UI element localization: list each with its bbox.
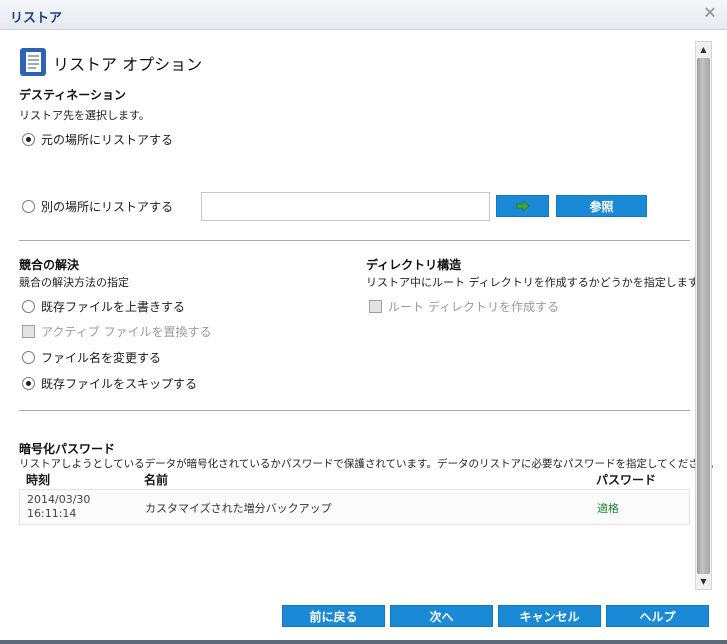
go-button[interactable]: [496, 195, 549, 217]
column-password: パスワード: [596, 473, 657, 487]
replace-active-option: アクティブ ファイルを置換する: [22, 323, 212, 339]
dialog-footer: 前に戻る 次へ キャンセル ヘルプ: [0, 597, 727, 644]
page-title: リストア オプション: [53, 55, 203, 74]
footer-divider: [0, 640, 727, 644]
scroll-up-icon[interactable]: ▲: [696, 42, 711, 57]
vertical-scrollbar[interactable]: ▲ ▼: [695, 41, 712, 590]
cancel-button[interactable]: キャンセル: [498, 605, 601, 627]
title-bar: リストア ✕: [0, 0, 727, 30]
column-time: 時刻: [26, 473, 51, 487]
document-icon: [20, 48, 46, 76]
create-root-label: ルート ディレクトリを作成する: [388, 299, 559, 314]
destination-path-input[interactable]: [201, 192, 490, 221]
create-root-checkbox: [369, 299, 382, 313]
column-name: 名前: [144, 473, 169, 487]
scroll-thumb[interactable]: [697, 58, 710, 574]
scroll-down-icon[interactable]: ▼: [696, 574, 711, 589]
restore-original-radio[interactable]: [22, 132, 35, 146]
next-button[interactable]: 次へ: [390, 605, 493, 627]
row-time: 2014/03/30 16:11:14: [27, 493, 91, 520]
overwrite-radio[interactable]: [22, 299, 35, 313]
dialog-content: リストア オプション デスティネーション リストア先を選択します。 元の場所にリ…: [0, 31, 727, 597]
skip-option[interactable]: 既存ファイルをスキップする: [22, 375, 197, 391]
encryption-title: 暗号化パスワード: [19, 442, 116, 456]
conflict-title: 競合の解決: [19, 258, 80, 272]
overwrite-option[interactable]: 既存ファイルを上書きする: [22, 298, 185, 314]
restore-alternate-label: 別の場所にリストアする: [41, 199, 174, 214]
destination-description: リストア先を選択します。: [19, 109, 150, 122]
password-table: 時刻 名前 パスワード 2014/03/30 16:11:14 カスタマイズされ…: [19, 469, 690, 525]
browse-button[interactable]: 参照: [556, 195, 647, 217]
conflict-description: 競合の解決方法の指定: [19, 276, 129, 289]
help-button[interactable]: ヘルプ: [606, 605, 709, 627]
directory-description: リストア中にルート ディレクトリを作成するかどうかを指定します。: [366, 276, 709, 289]
restore-original-option[interactable]: 元の場所にリストアする: [22, 131, 173, 147]
arrow-right-icon: [516, 200, 530, 212]
close-icon[interactable]: ✕: [701, 4, 719, 22]
section-divider: [19, 410, 690, 411]
restore-alternate-radio[interactable]: [22, 199, 35, 213]
password-table-header: 時刻 名前 パスワード: [19, 469, 690, 487]
table-row[interactable]: 2014/03/30 16:11:14 カスタマイズされた増分バックアップ 適格: [19, 489, 690, 525]
overwrite-label: 既存ファイルを上書きする: [41, 299, 186, 314]
back-button[interactable]: 前に戻る: [282, 605, 385, 627]
skip-label: 既存ファイルをスキップする: [41, 376, 198, 391]
replace-active-label: アクティブ ファイルを置換する: [41, 324, 212, 339]
restore-original-label: 元の場所にリストアする: [41, 132, 174, 147]
rename-option[interactable]: ファイル名を変更する: [22, 349, 161, 365]
row-password-status[interactable]: 適格: [597, 500, 619, 516]
restore-alternate-option[interactable]: 別の場所にリストアする: [22, 198, 173, 214]
directory-title: ディレクトリ構造: [366, 258, 462, 272]
rename-radio[interactable]: [22, 350, 35, 364]
replace-active-checkbox: [22, 324, 35, 338]
rename-label: ファイル名を変更する: [41, 350, 162, 365]
destination-title: デスティネーション: [19, 88, 127, 102]
skip-radio[interactable]: [22, 376, 35, 390]
create-root-option: ルート ディレクトリを作成する: [369, 298, 559, 314]
window-title: リストア: [10, 11, 63, 26]
row-name: カスタマイズされた増分バックアップ: [145, 502, 332, 515]
section-divider: [19, 240, 690, 241]
